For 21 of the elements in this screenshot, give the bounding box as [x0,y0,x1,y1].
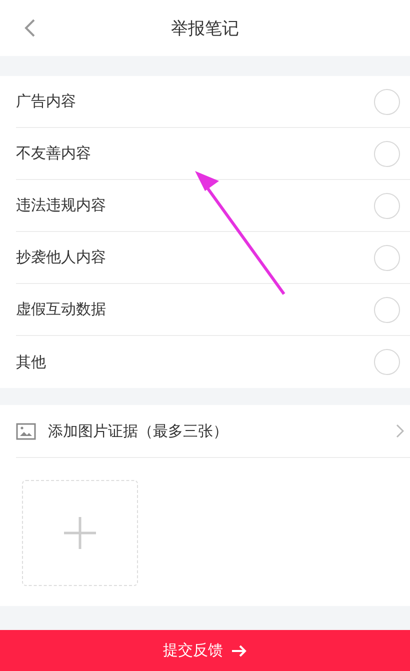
radio-button[interactable] [374,140,400,166]
radio-button[interactable] [374,349,400,375]
reason-label: 抄袭他人内容 [16,248,106,267]
reason-label: 广告内容 [16,92,76,111]
radio-button[interactable] [374,88,400,114]
radio-button[interactable] [374,192,400,218]
chevron-right-icon [396,424,404,438]
submit-button[interactable]: 提交反馈 [0,630,410,671]
evidence-label: 添加图片证据（最多三张） [48,422,229,440]
reason-label: 违法违规内容 [16,196,106,215]
reason-label: 其他 [16,352,46,372]
arrow-right-icon [231,644,247,656]
radio-button[interactable] [374,296,400,322]
plus-icon [62,515,98,551]
image-icon [16,422,36,440]
back-icon [24,18,36,38]
reason-label: 不友善内容 [16,144,91,163]
reason-label: 虚假互动数据 [16,300,106,319]
page-title: 举报笔记 [171,18,239,40]
add-image-button[interactable] [22,480,138,586]
radio-button[interactable] [374,244,400,270]
